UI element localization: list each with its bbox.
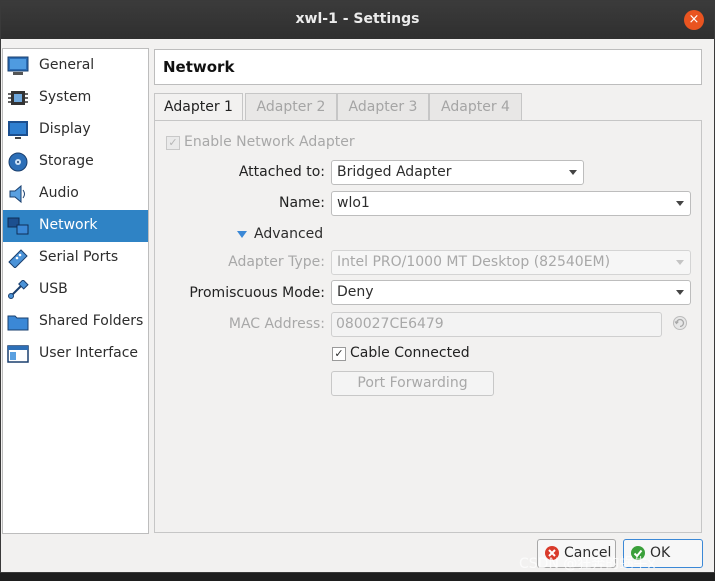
audio-icon bbox=[9, 184, 25, 204]
serial-ports-icon bbox=[8, 249, 28, 268]
user-interface-icon bbox=[7, 345, 29, 363]
mac-address-label: MAC Address: bbox=[228, 316, 325, 332]
sidebar-item-storage[interactable]: Storage bbox=[3, 146, 148, 178]
refresh-mac-icon[interactable] bbox=[672, 315, 688, 331]
mac-address-field[interactable]: 080027CE6479 bbox=[331, 312, 662, 337]
sidebar-item-label: Storage bbox=[39, 153, 94, 169]
sidebar-item-general[interactable]: General bbox=[3, 50, 148, 82]
name-select[interactable]: wlo1 bbox=[331, 191, 691, 216]
cable-connected-label: Cable Connected bbox=[350, 345, 470, 361]
advanced-toggle[interactable]: Advanced bbox=[237, 226, 327, 244]
attached-to-label: Attached to: bbox=[238, 164, 325, 180]
sidebar-item-serial-ports[interactable]: Serial Ports bbox=[3, 242, 148, 274]
sidebar-item-label: Display bbox=[39, 121, 91, 137]
promiscuous-mode-select[interactable]: Deny bbox=[331, 280, 691, 305]
mac-address-value: 080027CE6479 bbox=[336, 316, 444, 332]
page-header: Network bbox=[154, 49, 702, 85]
sidebar-item-label: USB bbox=[39, 281, 68, 297]
settings-window: xwl-1 - Settings × General System Displa… bbox=[0, 0, 715, 573]
adapter-panel: ✓ Enable Network Adapter Attached to: Br… bbox=[154, 120, 702, 533]
adapter-type-label: Adapter Type: bbox=[228, 254, 325, 270]
name-label: Name: bbox=[278, 195, 325, 211]
display-icon bbox=[8, 121, 28, 139]
sidebar-item-user-interface[interactable]: User Interface bbox=[3, 338, 148, 370]
chevron-down-icon bbox=[676, 260, 684, 265]
watermark: CSDN @狂奔的蜗牛x bbox=[519, 556, 656, 572]
storage-icon bbox=[8, 152, 28, 172]
tab-adapter-4[interactable]: Adapter 4 bbox=[429, 93, 522, 120]
enable-adapter-label: Enable Network Adapter bbox=[184, 134, 355, 150]
sidebar-item-audio[interactable]: Audio bbox=[3, 178, 148, 210]
network-icon bbox=[7, 217, 29, 235]
sidebar-item-label: Audio bbox=[39, 185, 79, 201]
promiscuous-mode-value: Deny bbox=[337, 284, 374, 300]
shared-folders-icon bbox=[7, 315, 29, 331]
sidebar-item-label: Serial Ports bbox=[39, 249, 119, 265]
enable-adapter-checkbox[interactable]: ✓ bbox=[166, 136, 180, 150]
general-icon bbox=[7, 56, 29, 75]
adapter-type-select[interactable]: Intel PRO/1000 MT Desktop (82540EM) bbox=[331, 250, 691, 275]
close-icon[interactable]: × bbox=[684, 10, 704, 30]
usb-icon bbox=[8, 280, 29, 299]
window-title: xwl-1 - Settings bbox=[295, 11, 420, 27]
tab-adapter-1[interactable]: Adapter 1 bbox=[154, 93, 243, 122]
triangle-down-icon bbox=[237, 231, 247, 238]
sidebar-item-label: System bbox=[39, 89, 92, 105]
chevron-down-icon bbox=[676, 201, 684, 206]
tab-adapter-2[interactable]: Adapter 2 bbox=[245, 93, 337, 120]
sidebar-item-usb[interactable]: USB bbox=[3, 274, 148, 306]
sidebar-item-system[interactable]: System bbox=[3, 82, 148, 114]
chevron-down-icon bbox=[676, 290, 684, 295]
system-icon bbox=[8, 91, 28, 105]
port-forwarding-button[interactable]: Port Forwarding bbox=[331, 371, 494, 396]
sidebar-item-label: User Interface bbox=[39, 345, 139, 361]
advanced-label: Advanced bbox=[254, 226, 324, 242]
sidebar-item-label: Shared Folders bbox=[39, 313, 144, 329]
tab-adapter-3[interactable]: Adapter 3 bbox=[337, 93, 429, 120]
sidebar-item-shared-folders[interactable]: Shared Folders bbox=[3, 306, 148, 338]
name-value: wlo1 bbox=[337, 195, 370, 211]
cable-connected-checkbox[interactable]: ✓ bbox=[332, 347, 346, 361]
sidebar-item-label: General bbox=[39, 57, 95, 73]
attached-to-value: Bridged Adapter bbox=[337, 164, 452, 180]
attached-to-select[interactable]: Bridged Adapter bbox=[331, 160, 584, 185]
sidebar-item-network[interactable]: Network bbox=[3, 210, 148, 242]
title-bar[interactable]: xwl-1 - Settings × bbox=[1, 1, 714, 39]
sidebar-item-display[interactable]: Display bbox=[3, 114, 148, 146]
settings-sidebar: General System Display Storage Audio Net… bbox=[2, 48, 149, 534]
sidebar-item-label: Network bbox=[39, 217, 98, 233]
adapter-type-value: Intel PRO/1000 MT Desktop (82540EM) bbox=[337, 254, 611, 270]
promiscuous-mode-label: Promiscuous Mode: bbox=[189, 285, 325, 301]
page-title: Network bbox=[163, 58, 235, 76]
chevron-down-icon bbox=[569, 170, 577, 175]
